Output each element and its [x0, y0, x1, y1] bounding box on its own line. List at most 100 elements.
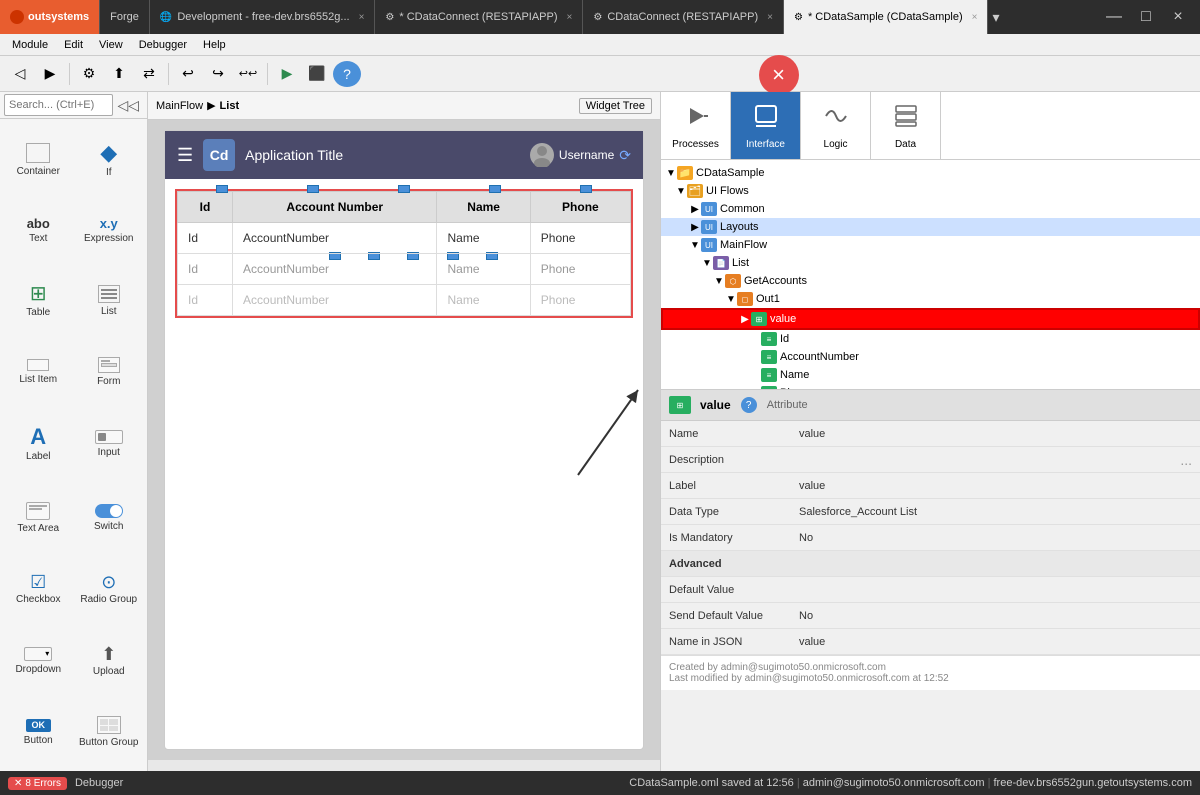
toolbar-back[interactable]: ◁: [6, 61, 34, 87]
table-widget[interactable]: Id Account Number Name Phone Id AccountN…: [175, 189, 633, 318]
widget-expression[interactable]: x.y Expression: [75, 198, 144, 262]
tab-dev[interactable]: 🌐 Development - free-dev.brs6552g... ×: [150, 0, 376, 34]
tree-common[interactable]: ▶ UI Common: [661, 200, 1200, 218]
table-label: Table: [26, 307, 50, 318]
prop-mandatory-label: Is Mandatory: [669, 532, 799, 544]
search-input[interactable]: [4, 94, 113, 116]
widget-label[interactable]: A Label: [4, 408, 73, 481]
widget-tree-btn[interactable]: Widget Tree: [579, 98, 652, 114]
tab-outsystems-label: outsystems: [28, 11, 89, 23]
tab-cdataconnect2-close[interactable]: ×: [767, 12, 773, 23]
close-action-btn[interactable]: ×: [759, 55, 799, 95]
widget-text[interactable]: abo Text: [4, 198, 73, 262]
canvas[interactable]: ☰ Cd Application Title Username ⟳: [148, 120, 660, 760]
tree-getaccounts[interactable]: ▼ ⬡ GetAccounts: [661, 272, 1200, 290]
row1-name: Name: [437, 223, 530, 254]
menu-view[interactable]: View: [91, 39, 131, 51]
checkbox-label: Checkbox: [16, 594, 60, 605]
tree-field-account[interactable]: ▶ ≡ AccountNumber: [661, 348, 1200, 366]
collapse-btn[interactable]: ◁◁: [113, 95, 143, 116]
widget-textarea[interactable]: Text Area: [4, 483, 73, 552]
widget-list-item[interactable]: List Item: [4, 338, 73, 405]
tab-dev-close[interactable]: ×: [359, 12, 365, 23]
status-email: admin@sugimoto50.onmicrosoft.com: [803, 777, 985, 789]
toolbar-undo2[interactable]: ↩↩: [234, 61, 262, 87]
tree-root[interactable]: ▼ 📁 CDataSample: [661, 164, 1200, 182]
button-label: Button: [24, 735, 53, 746]
widget-input[interactable]: Input: [75, 408, 144, 481]
toolbar: ◁ ▶ ⚙ ⬆ ⇄ ↩ ↪ ↩↩ ▶ ⬛ ? ×: [0, 56, 1200, 92]
toolbar-forward[interactable]: ▶: [36, 61, 64, 87]
sync-icon: ⟳: [619, 147, 631, 164]
widget-container[interactable]: Container: [4, 123, 73, 196]
text-label: Text: [29, 233, 47, 244]
close-btn[interactable]: ×: [1164, 3, 1192, 31]
status-save-info: CDataSample.oml saved at 12:56 | admin@s…: [629, 777, 1192, 789]
tab-cdatasample-close[interactable]: ×: [972, 12, 978, 23]
tree-out1[interactable]: ▼ ◻ Out1: [661, 290, 1200, 308]
toolbar-undo[interactable]: ↩: [174, 61, 202, 87]
menu-module[interactable]: Module: [4, 39, 56, 51]
toolbar-debug[interactable]: ▶: [273, 61, 301, 87]
widget-radio[interactable]: ⊙ Radio Group: [75, 555, 144, 624]
container-label: Container: [17, 166, 60, 177]
tab-cdataconnect1[interactable]: ⚙ * CDataConnect (RESTAPIAPP) ×: [375, 0, 583, 34]
data-table: Id Account Number Name Phone Id AccountN…: [177, 191, 631, 316]
widget-switch[interactable]: Switch: [75, 483, 144, 552]
menu-help[interactable]: Help: [195, 39, 234, 51]
tab-overflow-btn[interactable]: ▾: [992, 9, 999, 26]
tab-cdataconnect1-close[interactable]: ×: [567, 12, 573, 23]
error-badge[interactable]: ✕ 8 Errors: [8, 777, 67, 790]
tree-uiflows[interactable]: ▼ 🗂 UI Flows: [661, 182, 1200, 200]
nav-processes[interactable]: Processes: [661, 92, 731, 159]
tree-mainflow-label: MainFlow: [720, 239, 767, 251]
tab-cdatasample[interactable]: ⚙ * CDataSample (CDataSample) ×: [784, 0, 988, 34]
widget-checkbox[interactable]: ☑ Checkbox: [4, 555, 73, 624]
toolbar-publish[interactable]: ⬆: [105, 61, 133, 87]
menu-edit[interactable]: Edit: [56, 39, 91, 51]
tab-outsystems[interactable]: outsystems: [0, 0, 100, 34]
tree-value[interactable]: ▶ ⊞ value: [661, 308, 1200, 330]
nav-data[interactable]: Data: [871, 92, 941, 159]
toolbar-help[interactable]: ?: [333, 61, 361, 87]
debugger-btn[interactable]: Debugger: [75, 777, 123, 789]
app-avatar: Cd: [203, 139, 235, 171]
tree-mainflow[interactable]: ▼ UI MainFlow: [661, 236, 1200, 254]
tree-field-id[interactable]: ▶ ≡ Id: [661, 330, 1200, 348]
breadcrumb-list[interactable]: List: [220, 100, 240, 112]
phone-frame: ☰ Cd Application Title Username ⟳: [164, 130, 644, 750]
tree-layouts-label: Layouts: [720, 221, 759, 233]
breadcrumb-mainflow[interactable]: MainFlow: [156, 100, 203, 112]
widget-dropdown[interactable]: ▾ Dropdown: [4, 626, 73, 695]
toolbar-redo[interactable]: ↪: [204, 61, 232, 87]
nav-logic[interactable]: Logic: [801, 92, 871, 159]
tree-layouts[interactable]: ▶ UI Layouts: [661, 218, 1200, 236]
widget-upload[interactable]: ⬆ Upload: [75, 626, 144, 695]
widget-button[interactable]: OK Button: [4, 698, 73, 767]
widget-list[interactable]: List: [75, 265, 144, 336]
canvas-wrap: ☰ Cd Application Title Username ⟳: [148, 120, 660, 771]
tree-field-name[interactable]: ▶ ≡ Name: [661, 366, 1200, 384]
widget-if[interactable]: ◆ If: [75, 123, 144, 196]
user-area: Username ⟳: [530, 143, 631, 167]
list-item-label: List Item: [19, 374, 57, 385]
toolbar-compare[interactable]: ⇄: [135, 61, 163, 87]
table-row: Id AccountNumber Name Phone: [178, 285, 631, 316]
widget-table[interactable]: ⊞ Table: [4, 265, 73, 336]
menu-debugger[interactable]: Debugger: [131, 39, 195, 51]
maximize-btn[interactable]: □: [1132, 3, 1160, 31]
text-icon: abo: [27, 217, 50, 230]
widget-button-group[interactable]: Button Group: [75, 698, 144, 767]
tab-forge[interactable]: Forge: [100, 0, 150, 34]
nav-interface[interactable]: Interface: [731, 92, 801, 159]
tree-field-account-icon: ≡: [761, 350, 777, 364]
toolbar-stop[interactable]: ⬛: [303, 61, 331, 87]
minimize-btn[interactable]: —: [1100, 3, 1128, 31]
prop-mandatory: Is Mandatory No: [661, 525, 1200, 551]
toolbar-settings[interactable]: ⚙: [75, 61, 103, 87]
main-layout: ◁◁ Container ◆ If abo Text x.y Expressio…: [0, 92, 1200, 771]
widget-form[interactable]: Form: [75, 338, 144, 405]
tab-cdataconnect2[interactable]: ⚙ CDataConnect (RESTAPIAPP) ×: [583, 0, 784, 34]
props-help-btn[interactable]: ?: [741, 397, 757, 413]
tree-list[interactable]: ▼ 📄 List: [661, 254, 1200, 272]
